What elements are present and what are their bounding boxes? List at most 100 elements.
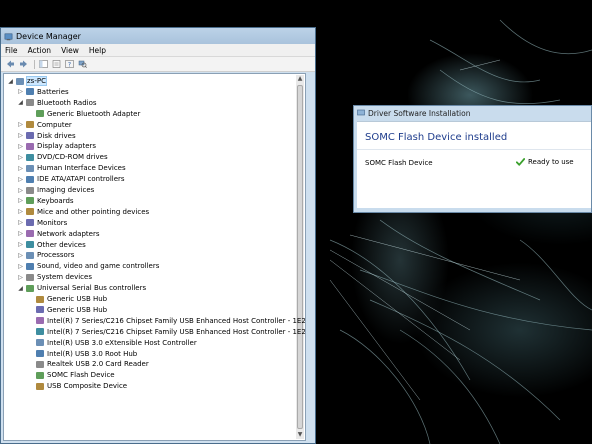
expand-toggle-icon[interactable]: ▷ (17, 197, 24, 204)
tree-device[interactable]: Intel(R) USB 3.0 Root Hub (27, 349, 137, 359)
forward-button[interactable] (18, 60, 28, 69)
menu-file[interactable]: File (5, 46, 18, 55)
tree-item-label: Generic USB Hub (47, 305, 108, 314)
back-arrow-icon (6, 60, 14, 68)
tree-item-label: Keyboards (37, 196, 74, 205)
tree-category[interactable]: ▷ System devices (17, 272, 92, 282)
tree-category[interactable]: ▷ DVD/CD-ROM drives (17, 152, 108, 162)
tree-item-label: DVD/CD-ROM drives (37, 153, 108, 162)
tree-category[interactable]: ▷ IDE ATA/ATAPI controllers (17, 174, 124, 184)
help-button[interactable]: ? (64, 60, 74, 69)
device-icon (36, 350, 44, 357)
menu-view[interactable]: View (61, 46, 79, 55)
install-status-text: Ready to use (528, 158, 574, 166)
device-manager-icon (4, 33, 13, 40)
device-icon (26, 262, 34, 270)
device-icon (36, 339, 44, 347)
window-title: Device Manager (16, 31, 81, 41)
tree-item-label: Imaging devices (37, 186, 95, 194)
device-icon (26, 99, 34, 107)
tree-device[interactable]: Realtek USB 2.0 Card Reader (27, 359, 149, 369)
scroll-down-arrow[interactable]: ▼ (296, 431, 304, 439)
scrollbar-thumb[interactable] (297, 85, 303, 429)
expand-toggle-icon[interactable]: ▷ (17, 208, 24, 215)
console-tree-icon (38, 60, 48, 68)
device-manager-window[interactable]: Device Manager File Action View Help ? ▲ (0, 27, 316, 444)
device-icon (26, 284, 34, 292)
expand-toggle-icon[interactable]: ▷ (17, 176, 24, 183)
driver-install-window[interactable]: Driver Software Installation SOMC Flash … (353, 105, 592, 213)
menu-action[interactable]: Action (28, 46, 52, 55)
tree-device[interactable]: Generic USB Hub (27, 305, 107, 315)
tree-category[interactable]: ▷ Monitors (17, 218, 67, 228)
expand-toggle-icon[interactable]: ◢ (17, 285, 24, 292)
tree-device[interactable]: Generic Bluetooth Adapter (27, 109, 140, 119)
expand-toggle-icon[interactable]: ▷ (17, 252, 24, 259)
tree-item-label: zs-PC (26, 76, 47, 86)
expand-toggle-icon[interactable]: ▷ (17, 154, 24, 161)
device-icon (26, 219, 34, 227)
tree-item-label: Other devices (37, 240, 86, 249)
expand-toggle-icon[interactable]: ◢ (7, 78, 14, 85)
tree-category[interactable]: ▷ Other devices (17, 240, 86, 250)
help-icon: ? (64, 60, 74, 68)
tree-item-label: Batteries (37, 87, 69, 96)
expand-toggle-icon[interactable]: ▷ (17, 143, 24, 150)
tree-category[interactable]: ▷ Human Interface Devices (17, 163, 125, 173)
tree-category[interactable]: ▷ Mice and other pointing devices (17, 207, 149, 217)
tree-category[interactable]: ▷ Sound, video and game controllers (17, 261, 159, 271)
expand-toggle-icon[interactable]: ▷ (17, 219, 24, 226)
tree-category[interactable]: ▷ Imaging devices (17, 185, 94, 195)
tree-item-label: Display adapters (37, 142, 97, 151)
scroll-up-arrow[interactable]: ▲ (296, 75, 304, 83)
tree-root[interactable]: ◢ zs-PC (7, 76, 47, 86)
properties-button[interactable] (51, 60, 61, 69)
tree-item-label: Intel(R) USB 3.0 Root Hub (47, 349, 138, 358)
tree-device[interactable]: Intel(R) 7 Series/C216 Chipset Family US… (27, 316, 305, 326)
expand-toggle-icon[interactable]: ◢ (17, 99, 24, 106)
tree-category[interactable]: ▷ Disk drives (17, 131, 75, 141)
device-manager-titlebar[interactable]: Device Manager (1, 28, 315, 44)
tree-scrollbar[interactable]: ▲ ▼ (296, 75, 304, 439)
back-button[interactable] (5, 60, 15, 69)
tree-category[interactable]: ▷ Batteries (17, 87, 69, 97)
tree-device[interactable]: SOMC Flash Device (27, 370, 115, 380)
tree-category[interactable]: ▷ Network adapters (17, 229, 99, 239)
show-hide-tree-button[interactable] (38, 60, 48, 69)
device-icon (26, 251, 34, 259)
driver-install-title: Driver Software Installation (368, 108, 471, 118)
tree-device[interactable]: USB Composite Device (27, 381, 127, 391)
tree-category[interactable]: ▷ Processors (17, 250, 74, 260)
tree-device[interactable]: Generic USB Hub (27, 294, 107, 304)
tree-device[interactable]: Intel(R) USB 3.0 eXtensible Host Control… (27, 338, 197, 348)
properties-icon (52, 60, 60, 68)
tree-category[interactable]: ◢ Universal Serial Bus controllers (17, 283, 146, 293)
tree-item-label: Intel(R) 7 Series/C216 Chipset Family US… (47, 327, 306, 336)
tree-category[interactable]: ▷ Computer (17, 120, 72, 130)
expand-toggle-icon[interactable]: ▷ (17, 132, 24, 139)
tree-category[interactable]: ▷ Keyboards (17, 196, 74, 206)
expand-toggle-icon[interactable]: ▷ (17, 263, 24, 270)
expand-toggle-icon[interactable]: ▷ (17, 121, 24, 128)
checkmark-icon (516, 158, 525, 166)
expand-toggle-icon[interactable]: ▷ (17, 88, 24, 95)
expand-toggle-icon[interactable]: ▷ (17, 187, 24, 194)
device-icon (26, 208, 34, 216)
installed-device-name: SOMC Flash Device (365, 159, 433, 167)
tree-item-label: Generic USB Hub (47, 295, 108, 303)
device-icon (36, 382, 44, 390)
expand-toggle-icon[interactable]: ▷ (17, 165, 24, 172)
tree-category[interactable]: ◢ Bluetooth Radios (17, 98, 96, 108)
menu-help[interactable]: Help (89, 46, 106, 55)
tree-category[interactable]: ▷ Display adapters (17, 141, 96, 151)
heading-divider (357, 149, 591, 150)
expand-toggle-icon[interactable]: ▷ (17, 230, 24, 237)
tree-item-label: Realtek USB 2.0 Card Reader (47, 360, 149, 369)
tree-device[interactable]: Intel(R) 7 Series/C216 Chipset Family US… (27, 327, 306, 337)
scan-hardware-button[interactable] (77, 60, 87, 69)
driver-install-titlebar[interactable]: Driver Software Installation (354, 106, 591, 120)
expand-toggle-icon[interactable]: ▷ (17, 241, 24, 248)
device-tree[interactable]: ▲ ▼ ◢ zs-PC ▷ Batteries ◢ Bluetooth Radios Gen… (3, 73, 306, 441)
device-icon (36, 360, 44, 368)
expand-toggle-icon[interactable]: ▷ (17, 274, 24, 281)
